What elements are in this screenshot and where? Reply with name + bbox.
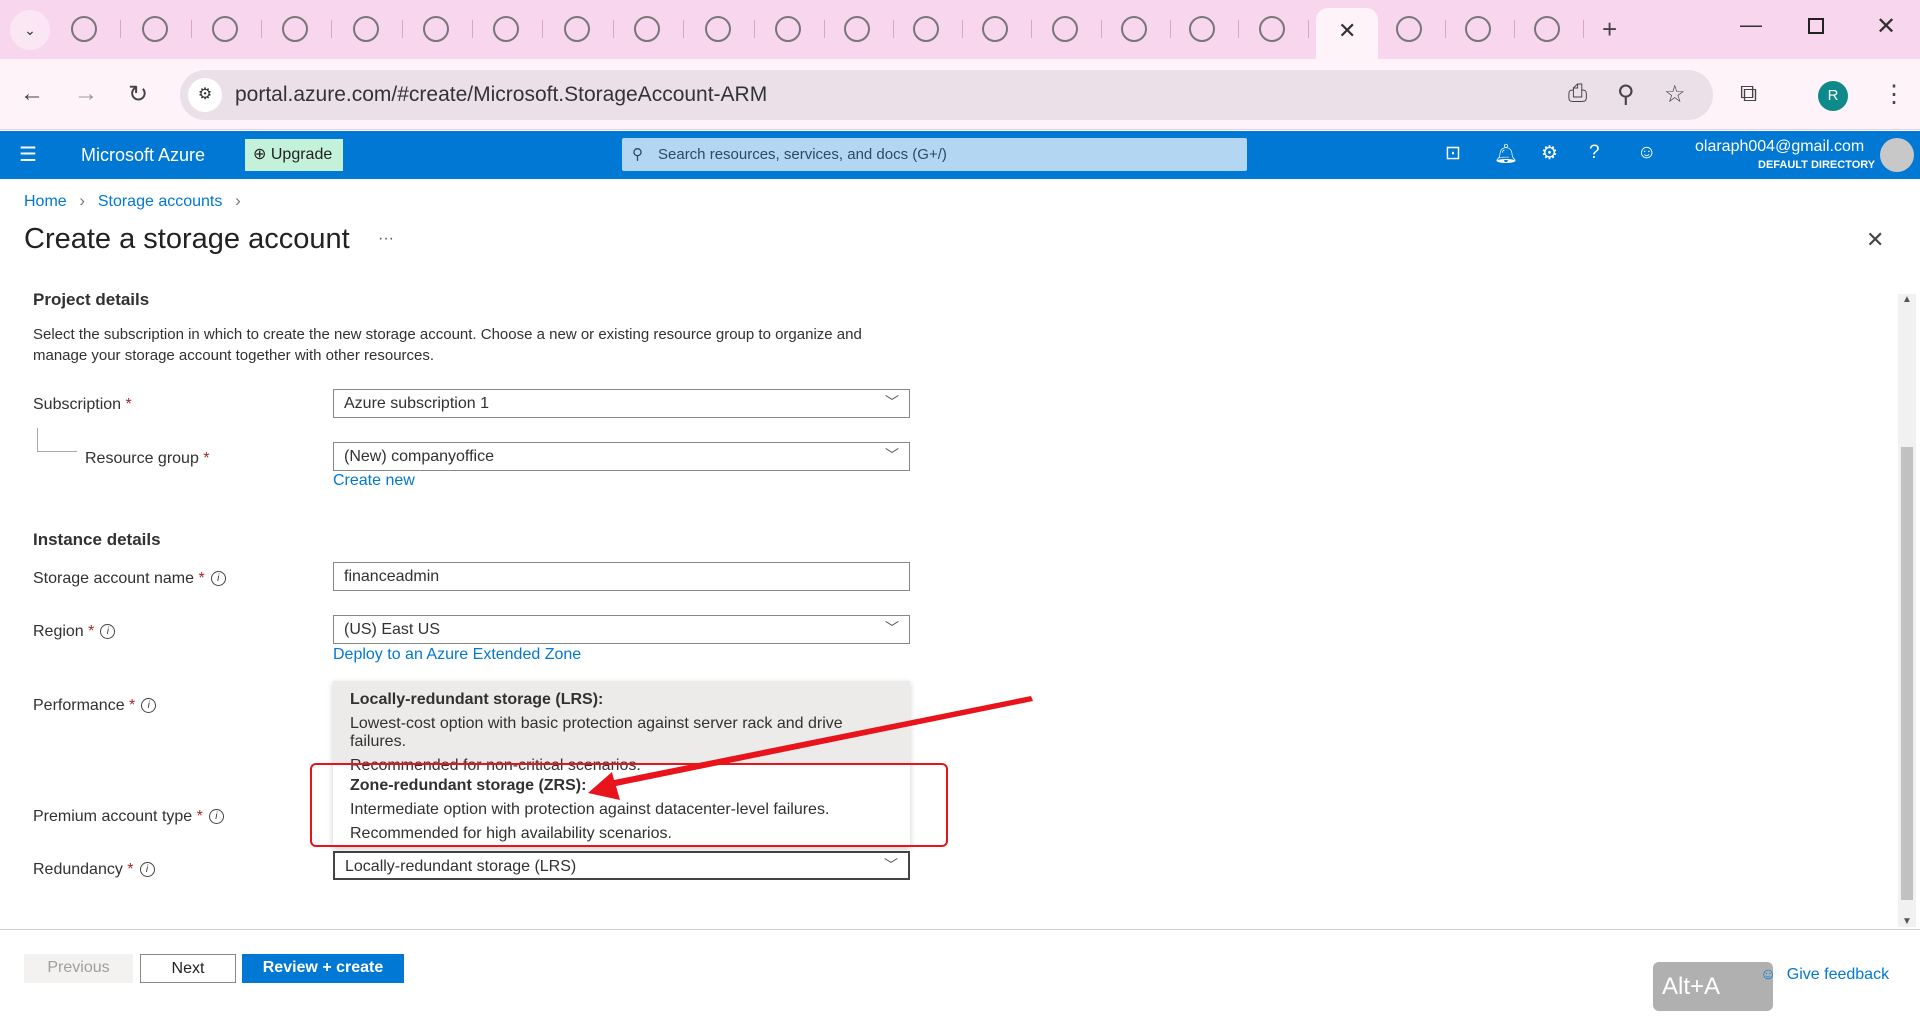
give-feedback-link[interactable]: ☺ Give feedback	[1760, 966, 1889, 984]
shortcut-label: Alt+A	[1662, 973, 1721, 1000]
scrollbar[interactable]: ▲ ▼	[1898, 294, 1916, 927]
annotation-arrow	[588, 696, 1033, 800]
alt-a-overlay: Alt+A	[1653, 962, 1773, 1011]
give-feedback-label: Give feedback	[1786, 966, 1890, 983]
previous-button[interactable]: Previous	[24, 954, 133, 983]
footer-divider	[0, 929, 1920, 930]
feedback-icon: ☺	[1760, 966, 1777, 983]
review-create-button[interactable]: Review + create	[242, 954, 404, 983]
scroll-up-arrow[interactable]: ▲	[1902, 294, 1912, 305]
scroll-down-arrow[interactable]: ▼	[1902, 916, 1912, 927]
next-button[interactable]: Next	[140, 954, 236, 983]
scrollbar-thumb[interactable]	[1901, 447, 1913, 900]
